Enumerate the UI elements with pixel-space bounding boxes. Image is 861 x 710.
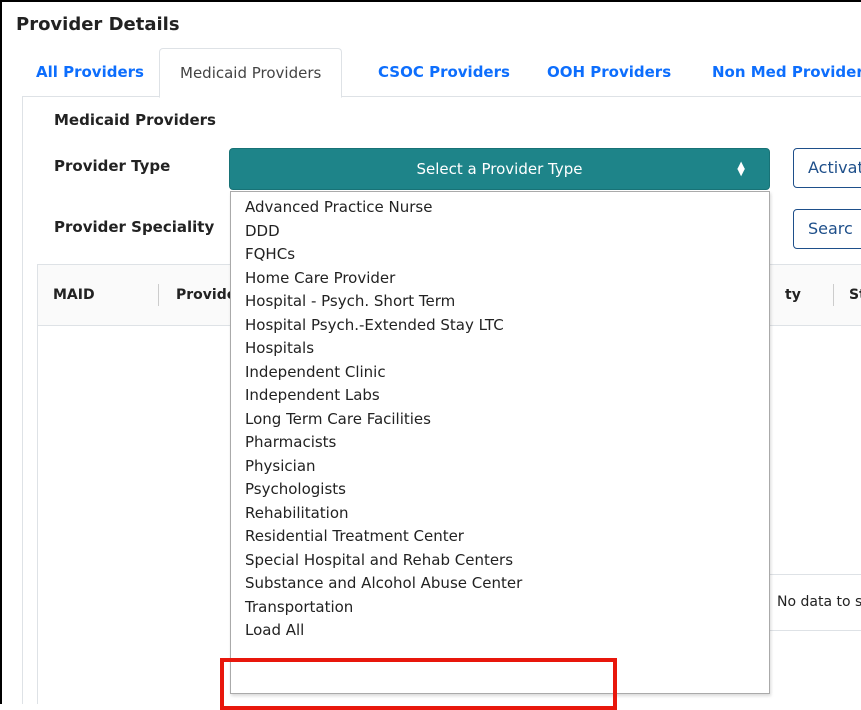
provider-type-dropdown-list: Advanced Practice Nurse DDD FQHCs Home C… xyxy=(230,191,770,694)
provider-tabs: All Providers Medicaid Providers CSOC Pr… xyxy=(22,48,861,98)
highlight-box xyxy=(220,658,617,710)
column-header-provider[interactable]: Provide xyxy=(176,287,236,303)
activate-button[interactable]: Activat xyxy=(793,148,861,188)
section-title: Medicaid Providers xyxy=(54,111,216,129)
provider-type-selected-value: Select a Provider Type xyxy=(416,160,583,178)
tab-non-med-providers[interactable]: Non Med Provider xyxy=(712,48,861,96)
dropdown-option[interactable]: Independent Labs xyxy=(231,384,769,408)
dropdown-option[interactable]: Transportation xyxy=(231,596,769,620)
page-title: Provider Details xyxy=(16,14,180,35)
tab-medicaid-providers[interactable]: Medicaid Providers xyxy=(159,48,343,98)
dropdown-option[interactable]: Hospitals xyxy=(231,337,769,361)
dropdown-option[interactable]: DDD xyxy=(231,220,769,244)
tab-all-providers[interactable]: All Providers xyxy=(36,48,144,96)
dropdown-option[interactable]: Special Hospital and Rehab Centers xyxy=(231,549,769,573)
dropdown-option[interactable]: Psychologists xyxy=(231,478,769,502)
frame-top-border xyxy=(0,0,861,2)
dropdown-option[interactable]: FQHCs xyxy=(231,243,769,267)
provider-type-select[interactable]: Select a Provider Type ▲ ▼ xyxy=(229,148,770,190)
search-button[interactable]: Searc xyxy=(793,209,861,249)
sort-arrows-icon: ▲ ▼ xyxy=(737,160,745,178)
tab-ooh-providers[interactable]: OOH Providers xyxy=(547,48,671,96)
dropdown-option[interactable]: Hospital - Psych. Short Term xyxy=(231,290,769,314)
dropdown-option[interactable]: Hospital Psych.-Extended Stay LTC xyxy=(231,314,769,338)
column-header-status[interactable]: St xyxy=(849,287,861,303)
column-separator xyxy=(158,284,159,306)
provider-speciality-label: Provider Speciality xyxy=(54,218,215,236)
dropdown-option[interactable]: Residential Treatment Center xyxy=(231,525,769,549)
no-data-message: No data to s xyxy=(777,594,861,610)
provider-type-label: Provider Type xyxy=(54,157,171,175)
dropdown-option[interactable]: Long Term Care Facilities xyxy=(231,408,769,432)
column-header-maid[interactable]: MAID xyxy=(53,287,95,303)
dropdown-option[interactable]: Rehabilitation xyxy=(231,502,769,526)
dropdown-option[interactable]: Home Care Provider xyxy=(231,267,769,291)
dropdown-option[interactable]: Physician xyxy=(231,455,769,479)
tab-csoc-providers[interactable]: CSOC Providers xyxy=(378,48,510,96)
dropdown-option[interactable]: Pharmacists xyxy=(231,431,769,455)
column-separator xyxy=(833,284,834,306)
dropdown-option[interactable]: Substance and Alcohol Abuse Center xyxy=(231,572,769,596)
column-header-speciality[interactable]: ty xyxy=(785,287,801,303)
dropdown-option[interactable]: Independent Clinic xyxy=(231,361,769,385)
dropdown-option-load-all[interactable]: Load All xyxy=(231,619,769,643)
dropdown-option[interactable]: Advanced Practice Nurse xyxy=(231,196,769,220)
frame-left-border xyxy=(0,0,2,704)
